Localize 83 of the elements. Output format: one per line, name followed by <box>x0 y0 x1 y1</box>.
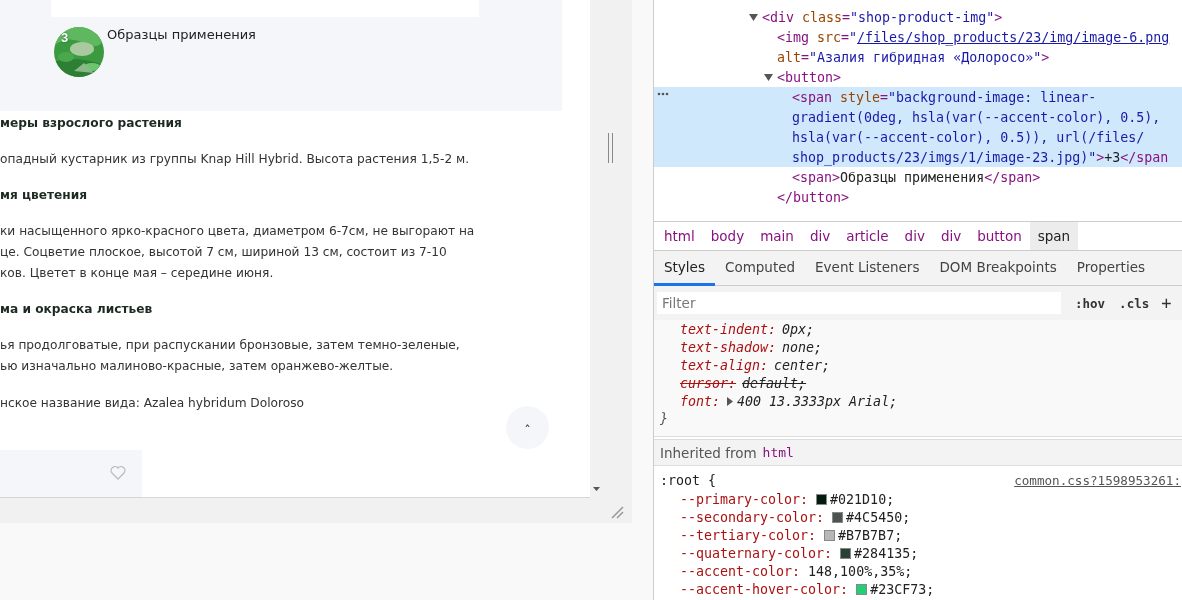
css-selector: :root { <box>660 472 717 488</box>
breadcrumb[interactable]: article <box>838 222 897 250</box>
property-name: --primary-color: <box>680 491 809 507</box>
section-heading: мя цветения <box>0 187 89 204</box>
toolbar-button[interactable]: :hov <box>1075 295 1106 311</box>
scroll-top-button[interactable]: ˆ <box>506 406 549 449</box>
property-name: --quaternary-color: <box>680 545 833 561</box>
text-line: нское название вида: Azalea hybridum Doloroso <box>0 395 306 412</box>
property-name: --secondary-color: <box>680 509 825 525</box>
code-line: <img src="/files/shop_products/23/img/image-6.png <box>777 29 1170 45</box>
property-value: 148,100%,35%; <box>808 563 913 579</box>
color-swatch[interactable] <box>840 547 852 559</box>
element-link[interactable]: html <box>762 445 794 460</box>
property-value: #23CF73; <box>870 581 935 597</box>
property-name: --accent-hover-color: <box>680 581 849 597</box>
code-line: gradient(0deg, hsla(var(--accent-color), 0.5), <box>792 109 1161 125</box>
code-line: hsla(var(--accent-color), 0.5)), url(/files/ <box>792 129 1145 145</box>
property-name: --tertiary-color: <box>680 527 817 543</box>
code-line: </button> <box>777 189 850 205</box>
expand-arrow-icon[interactable] <box>726 396 735 406</box>
code-line: <div class="shop-product-img"> <box>762 9 1003 25</box>
property-value: #284135; <box>854 545 919 561</box>
text-line: ья продолговатые, при распускании бронзовые, затем темно-зеленые, <box>0 337 461 354</box>
expanded-arrow-icon[interactable] <box>749 12 758 22</box>
breadcrumb[interactable]: div <box>932 222 970 250</box>
closing-brace: } <box>660 410 669 428</box>
selected-node-highlight[interactable]: <span style="background-image: linear- <box>654 87 1182 107</box>
color-swatch[interactable] <box>816 493 828 505</box>
text-line: це. Соцветие плоское, высотой 7 см, шириной 13 см, состоит из 7-10 <box>0 244 448 261</box>
text-line: опадный кустарник из группы Knap Hill Hybrid. Высота растения 1,5-2 м. <box>0 151 471 168</box>
property-name: text-shadow: <box>680 339 777 355</box>
property-name: font: <box>680 393 721 409</box>
photo-count: 3 <box>61 30 69 45</box>
toolbar-button[interactable]: .cls <box>1119 295 1150 311</box>
breadcrumb[interactable]: body <box>702 222 753 250</box>
panel-tab[interactable]: Properties <box>1066 251 1155 286</box>
breadcrumb[interactable]: div <box>896 222 933 250</box>
breadcrumb[interactable]: button <box>969 222 1030 250</box>
text-line: ки насыщенного ярко-красного цвета, диаметром 6-7см, не выгорают на <box>0 223 476 240</box>
toolbar-button[interactable]: + <box>1161 293 1172 313</box>
filter-field[interactable]: Filter <box>657 292 1061 314</box>
more-icon[interactable] <box>657 92 669 96</box>
text-line: ью изначально малиново-красные, затем оранжево-желтые. <box>0 358 395 375</box>
property-value: #B7B7B7; <box>838 527 903 543</box>
expanded-arrow-icon[interactable] <box>764 72 773 82</box>
source-link[interactable]: common.css?1598953261: <box>1014 472 1181 488</box>
splitter-handle[interactable] <box>608 133 613 163</box>
code-line: <span style="background-image: linear- <box>792 89 1097 105</box>
property-name: cursor: <box>680 375 737 391</box>
panel-tab[interactable]: Event Listeners <box>805 251 930 286</box>
color-swatch[interactable] <box>856 583 868 595</box>
property-value: none; <box>782 339 823 355</box>
property-value: 400 13.3333px Arial; <box>737 393 898 409</box>
color-swatch[interactable] <box>824 529 836 541</box>
section-heading: ма и окраска листьев <box>0 301 154 318</box>
property-name: text-align: <box>680 357 769 373</box>
breadcrumb[interactable]: main <box>752 222 802 250</box>
breadcrumb[interactable]: html <box>656 222 703 250</box>
breadcrumb[interactable]: div <box>801 222 839 250</box>
color-swatch[interactable] <box>832 511 844 523</box>
breadcrumb[interactable]: span <box>1029 222 1079 250</box>
gallery-link[interactable]: Образцы применения <box>107 27 256 42</box>
section-header: Inherited from <box>660 444 757 461</box>
property-value: default; <box>742 375 807 391</box>
panel-tab[interactable]: Computed <box>714 251 806 286</box>
selected-node-highlight[interactable]: shop_products/23/imgs/1/image-23.jpg)">+3</span <box>654 147 1182 167</box>
text-line: ков. Цветет в конце мая – середине июня. <box>0 265 275 282</box>
panel-tab[interactable]: DOM Breakpoints <box>929 251 1067 286</box>
scroll-down-arrow-icon[interactable] <box>593 487 600 491</box>
property-value: #021D10; <box>830 491 895 507</box>
selected-node-highlight[interactable]: gradient(0deg, hsla(var(--accent-color), 0.5), <box>654 107 1182 127</box>
property-name: --accent-color: <box>680 563 801 579</box>
code-line: alt="Азалия гибридная «Долоросо»"> <box>777 49 1050 65</box>
selected-node-highlight[interactable]: hsla(var(--accent-color), 0.5)), url(/files/ <box>654 127 1182 147</box>
property-value: 0px; <box>782 321 815 337</box>
section-heading: меры взрослого растения <box>0 115 183 132</box>
code-line: shop_products/23/imgs/1/image-23.jpg)">+3</span <box>792 149 1169 165</box>
property-value: center; <box>774 357 831 373</box>
resize-grip-icon[interactable] <box>610 505 624 519</box>
property-value: #4C5450; <box>846 509 911 525</box>
code-line: <button> <box>777 69 842 85</box>
code-line: <span>Образцы применения</span> <box>792 169 1041 185</box>
property-name: text-indent: <box>680 321 777 337</box>
